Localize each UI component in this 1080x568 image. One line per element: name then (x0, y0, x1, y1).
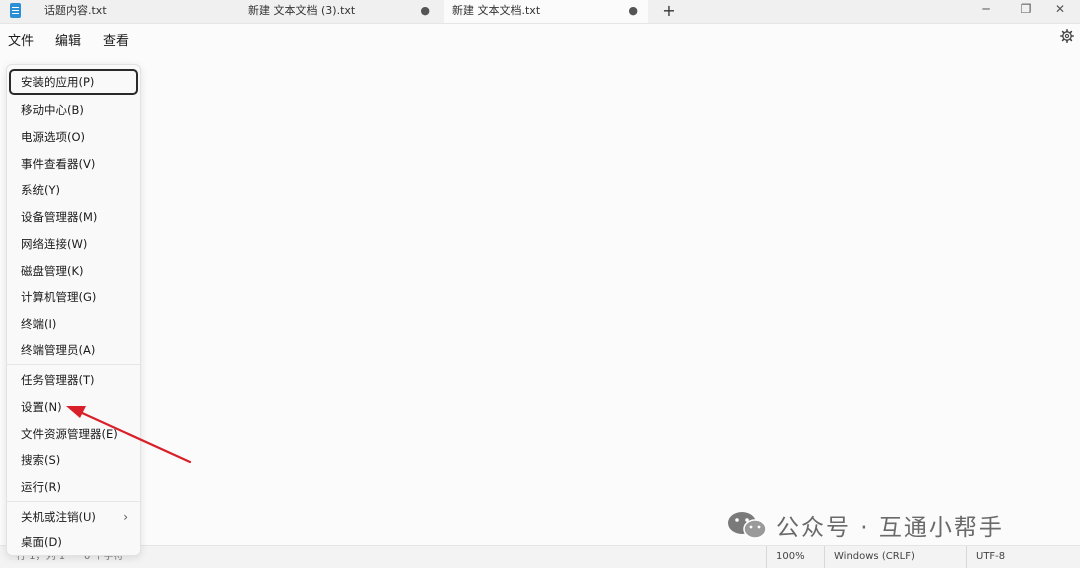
tab-new-document-3[interactable]: 新建 文本文档 (3).txt ● (240, 0, 440, 23)
tab-topic-content[interactable]: 话题内容.txt (36, 0, 236, 23)
zoom-level: 100% (766, 546, 824, 568)
encoding: UTF-8 (966, 546, 1080, 568)
menu-item-device-manager[interactable]: 设备管理器(M) (9, 204, 138, 230)
watermark-text: 公众号 · 互通小帮手 (776, 515, 1004, 541)
chevron-right-icon: › (123, 510, 128, 524)
menu-item-disk-management[interactable]: 磁盘管理(K) (9, 258, 138, 284)
menu-bar: 文件 编辑 查看 (0, 24, 1080, 52)
line-ending: Windows (CRLF) (824, 546, 966, 568)
tab-new-document[interactable]: 新建 文本文档.txt ● (444, 0, 648, 23)
notepad-window: 话题内容.txt 新建 文本文档 (3).txt ● 新建 文本文档.txt ●… (0, 0, 1080, 568)
wechat-icon (728, 512, 767, 539)
new-tab-button[interactable]: + (658, 0, 680, 23)
menu-item-label: 关机或注销(U) (21, 510, 96, 524)
menu-item-file-explorer[interactable]: 文件资源管理器(E) (9, 421, 138, 447)
menu-item-computer-management[interactable]: 计算机管理(G) (9, 284, 138, 310)
watermark: 公众号 · 互通小帮手 (726, 508, 1004, 542)
menu-view[interactable]: 查看 (103, 30, 129, 49)
close-window-button[interactable]: ✕ (1040, 0, 1080, 20)
title-bar: 话题内容.txt 新建 文本文档 (3).txt ● 新建 文本文档.txt ●… (0, 0, 1080, 24)
status-bar: 行 1，列 1 0 个字符 100% Windows (CRLF) UTF-8 (0, 545, 1080, 568)
unsaved-dot-icon[interactable]: ● (628, 0, 638, 22)
menu-item-mobility-center[interactable]: 移动中心(B) (9, 97, 138, 123)
menu-item-terminal[interactable]: 终端(I) (9, 311, 138, 337)
menu-item-network-connections[interactable]: 网络连接(W) (9, 231, 138, 257)
menu-item-run[interactable]: 运行(R) (9, 474, 138, 500)
menu-item-event-viewer[interactable]: 事件查看器(V) (9, 151, 138, 177)
menu-item-terminal-admin[interactable]: 终端管理员(A) (9, 337, 138, 363)
menu-item-installed-apps[interactable]: 安装的应用(P) (9, 69, 138, 95)
settings-gear-icon[interactable] (1060, 29, 1074, 43)
menu-file[interactable]: 文件 (8, 30, 34, 49)
menu-item-system[interactable]: 系统(Y) (9, 177, 138, 203)
menu-item-power-options[interactable]: 电源选项(O) (9, 124, 138, 150)
quick-link-menu: 安装的应用(P) 移动中心(B) 电源选项(O) 事件查看器(V) 系统(Y) … (6, 64, 141, 556)
menu-item-shutdown-signout[interactable]: 关机或注销(U) › (9, 504, 138, 530)
tab-label: 话题内容.txt (44, 4, 107, 17)
tab-label: 新建 文本文档.txt (452, 4, 541, 17)
notepad-icon (10, 3, 21, 18)
menu-item-task-manager[interactable]: 任务管理器(T) (9, 367, 138, 393)
minimize-button[interactable]: ─ (966, 0, 1006, 20)
menu-item-search[interactable]: 搜索(S) (9, 447, 138, 473)
text-editor-area[interactable] (0, 52, 1080, 545)
menu-item-settings[interactable]: 设置(N) (9, 394, 138, 420)
menu-edit[interactable]: 编辑 (55, 30, 81, 49)
menu-separator (7, 501, 140, 502)
tab-label: 新建 文本文档 (3).txt (248, 4, 356, 17)
menu-item-desktop[interactable]: 桌面(D) (9, 529, 138, 555)
menu-separator (7, 364, 140, 365)
unsaved-dot-icon[interactable]: ● (420, 0, 430, 22)
